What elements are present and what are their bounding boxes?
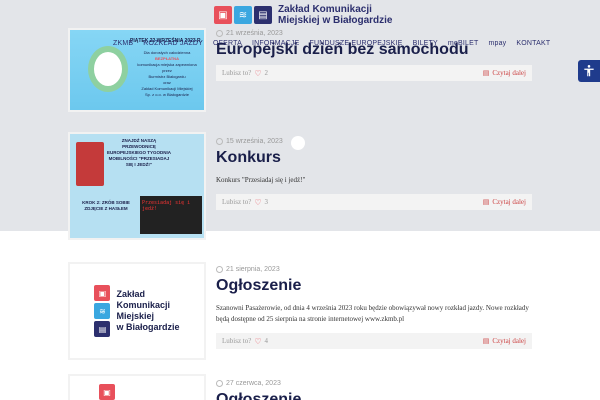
main-nav: ZKMB ROZKŁAD JAZDY OFERTA INFORMACJE FUN… — [108, 38, 555, 49]
post-meta: Lubisz to? ♡ 2 ▤ Czytaj dalej — [216, 65, 532, 81]
clock-icon — [216, 266, 223, 273]
brand-line: Miejskiej — [116, 311, 155, 321]
nav-item-oferta[interactable]: OFERTA — [208, 38, 247, 49]
nav-item-informacje[interactable]: INFORMACJE — [247, 38, 305, 49]
post-content: 21 sierpnia, 2023 Ogłoszenie Szanowni Pa… — [216, 266, 532, 349]
post-thumbnail[interactable]: ▣ ≋ ▤ Zakład Komunikacji Miejskiej w Bia… — [68, 262, 206, 360]
poster-bottom: KROK 2: ZRÓB SOBIE ZDJĘCIE Z HASŁEM Prze… — [70, 192, 204, 238]
read-more-link[interactable]: ▤ Czytaj dalej — [483, 69, 526, 77]
loading-indicator — [291, 136, 305, 150]
logo-line-2: Miejskiej w Białogardzie — [278, 15, 393, 26]
nav-item-fundusze[interactable]: FUNDUSZE EUROPEJSKIE — [304, 38, 407, 49]
heart-icon: ♡ — [254, 197, 262, 207]
post-title[interactable]: Ogłoszenie — [216, 277, 532, 295]
document-icon: ▤ — [482, 198, 490, 206]
logo-bus-front-icon: ▤ — [94, 321, 111, 337]
logo-bus-icon: ▣ — [94, 285, 111, 301]
post-date: 27 czerwca, 2023 — [216, 380, 532, 387]
logo-line-1: Zakład Komunikacji — [278, 4, 372, 15]
document-icon: ▤ — [482, 69, 490, 77]
brand-line: Zakład — [116, 289, 145, 299]
post-meta: Lubisz to? ♡ 4 ▤ Czytaj dalej — [216, 333, 532, 349]
read-more-link[interactable]: ▤ Czytaj dalej — [483, 198, 526, 206]
like-button[interactable]: Lubisz to? ♡ 2 — [222, 69, 268, 78]
brand-line: Komunikacji — [116, 300, 170, 310]
poster-top-text: ZNAJDŹ NASZĄ PRZEWODNICĘ EUROPEJSKIEGO T… — [106, 138, 171, 167]
clock-icon — [216, 380, 223, 387]
post-thumbnail[interactable]: ▣ — [68, 374, 206, 400]
post-meta: Lubisz to? ♡ 3 ▤ Czytaj dalej — [216, 194, 532, 210]
heart-icon: ♡ — [254, 336, 262, 346]
nav-item-zkmb[interactable]: ZKMB — [108, 38, 138, 49]
read-more-link[interactable]: ▤ Czytaj dalej — [483, 337, 526, 345]
site-header: ▣ ≋ ▤ Zakład Komunikacji Miejskiej w Bia… — [0, 0, 600, 58]
post-date: 21 sierpnia, 2023 — [216, 266, 532, 273]
accessibility-button[interactable] — [578, 60, 600, 82]
accessibility-icon — [584, 65, 594, 77]
tram-image — [76, 142, 104, 186]
clock-icon — [216, 138, 223, 145]
post-content: 15 września, 2023 Konkurs Konkurs "Przes… — [216, 138, 532, 210]
brand-logo: ▣ ≋ ▤ Zakład Komunikacji Miejskiej w Bia… — [94, 285, 180, 337]
logo-bus-icon: ▣ — [99, 384, 115, 400]
nav-item-mobilet[interactable]: moBILET — [443, 38, 484, 49]
post-date: 15 września, 2023 — [216, 138, 532, 145]
brand-line: w Białogardzie — [116, 322, 180, 332]
nav-item-mpay[interactable]: mpay — [483, 38, 511, 49]
post-excerpt: Szanowni Pasażerowie, od dnia 4 września… — [216, 304, 529, 323]
like-button[interactable]: Lubisz to? ♡ 3 — [222, 198, 268, 207]
site-logo[interactable]: ▣ ≋ ▤ Zakład Komunikacji Miejskiej w Bia… — [214, 4, 392, 26]
nav-item-kontakt[interactable]: KONTAKT — [511, 38, 555, 49]
post-title[interactable]: Ogłoszenie — [216, 391, 532, 400]
logo-bus-front-icon: ▤ — [254, 6, 272, 24]
post-excerpt: Konkurs "Przesiadaj się i jedź!" — [216, 176, 306, 184]
bus-display: Przesiadaj się i jedź! — [140, 196, 202, 234]
logo-waves-icon: ≋ — [234, 6, 252, 24]
logo-bus-icon: ▣ — [214, 6, 232, 24]
logo-waves-icon: ≋ — [94, 303, 111, 319]
nav-item-rozklad-jazdy[interactable]: ROZKŁAD JAZDY — [138, 38, 208, 49]
document-icon: ▤ — [482, 337, 490, 345]
like-button[interactable]: Lubisz to? ♡ 4 — [222, 337, 268, 346]
post-content: 27 czerwca, 2023 Ogłoszenie — [216, 380, 532, 400]
heart-icon: ♡ — [254, 68, 262, 78]
poster-top: ZNAJDŹ NASZĄ PRZEWODNICĘ EUROPEJSKIEGO T… — [70, 134, 204, 192]
post-title[interactable]: Konkurs — [216, 149, 532, 167]
nav-item-bilety[interactable]: BILETY — [408, 38, 443, 49]
post-thumbnail[interactable]: ZNAJDŹ NASZĄ PRZEWODNICĘ EUROPEJSKIEGO T… — [68, 132, 206, 240]
poster-bottom-text: KROK 2: ZRÓB SOBIE ZDJĘCIE Z HASŁEM — [82, 200, 130, 211]
